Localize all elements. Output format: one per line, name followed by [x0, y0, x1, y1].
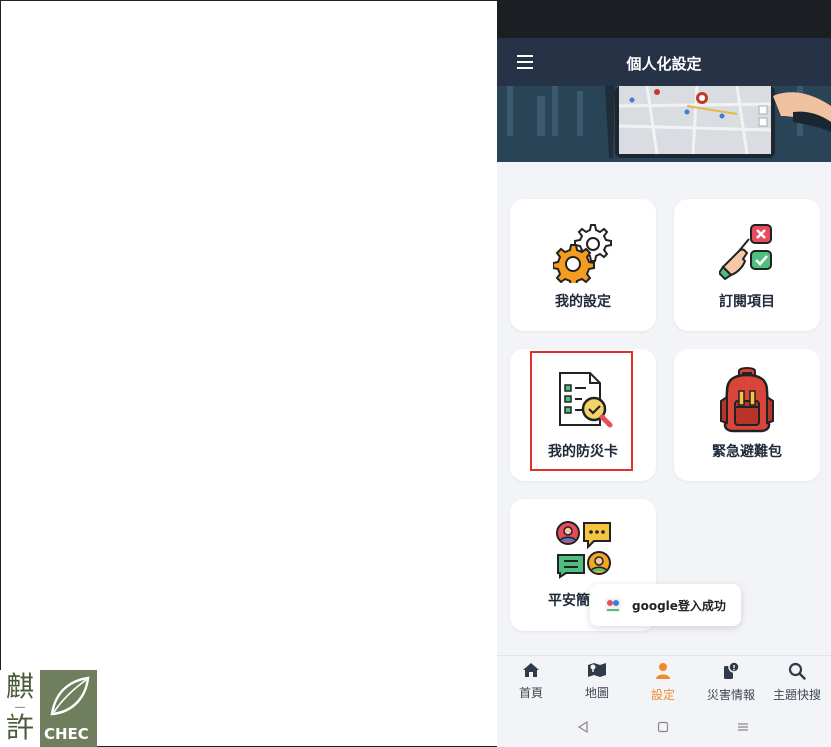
subscriptions-label: 訂閱項目 [719, 294, 775, 310]
phone-screen: 個人化設定 我的設定 訂閱項目 我的防災卡 緊急避難包 平安簡 google登入… [497, 0, 831, 747]
nav-quick-search[interactable]: 主題快搜 [767, 662, 827, 703]
search-icon [788, 662, 806, 680]
toast-message: google登入成功 [632, 598, 726, 613]
logo-chinese-chars: 麒 ── 許 [0, 670, 40, 747]
status-bar [497, 0, 831, 38]
logo-char-top: 麒 [5, 670, 34, 703]
red-backpack-icon [720, 367, 774, 433]
nav-settings[interactable]: 設定 [633, 662, 693, 703]
app-bar: 個人化設定 [497, 38, 831, 86]
home-icon [523, 663, 539, 677]
page-title: 個人化設定 [626, 55, 702, 73]
my-settings-card[interactable]: 我的設定 [510, 199, 656, 331]
nav-map-label: 地圖 [584, 686, 609, 700]
nav-disaster-info[interactable]: 災害情報 [701, 661, 761, 703]
subscriptions-card[interactable]: 訂閱項目 [674, 199, 820, 331]
nav-disaster-info-label: 災害情報 [706, 688, 755, 702]
system-navigation [497, 707, 831, 747]
map-icon [588, 663, 606, 677]
info-phone-icon [724, 661, 740, 679]
logo-char-bottom: 許 [5, 711, 34, 744]
login-success-toast: google登入成功 [590, 584, 741, 626]
subscribe-hand-icon [719, 224, 772, 281]
banner-image [497, 86, 831, 162]
chat-people-icon [556, 521, 611, 579]
bottom-navigation: 首頁 地圖 設定 災害情報 主題快搜 [497, 655, 831, 707]
my-settings-label: 我的設定 [555, 294, 611, 310]
person-icon [656, 663, 670, 679]
nav-home-label: 首頁 [518, 686, 543, 700]
map-illustration-icon [497, 86, 831, 162]
logo-text: CHEC [44, 725, 89, 743]
emergency-bag-card[interactable]: 緊急避難包 [674, 349, 820, 481]
nav-quick-search-label: 主題快搜 [772, 688, 821, 702]
back-icon[interactable] [577, 721, 589, 733]
recents-icon[interactable] [737, 721, 749, 733]
chec-logo: 麒 ── 許 CHEC [0, 670, 97, 747]
leaf-icon [50, 676, 90, 716]
home-button-icon[interactable] [657, 721, 669, 733]
selection-highlight [530, 351, 633, 471]
gears-icon [553, 224, 612, 283]
nav-map[interactable]: 地圖 [567, 662, 627, 701]
logo-emblem: CHEC [40, 670, 97, 747]
nav-settings-label: 設定 [650, 688, 675, 702]
emergency-bag-label: 緊急避難包 [712, 444, 782, 460]
nav-home[interactable]: 首頁 [501, 662, 561, 701]
app-logo-icon [605, 598, 621, 612]
